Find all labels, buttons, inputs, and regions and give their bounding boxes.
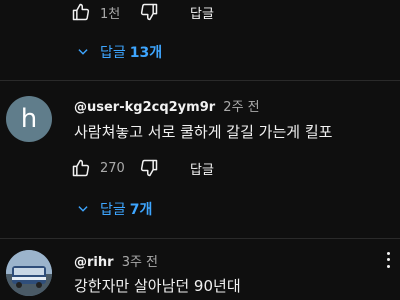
avatar[interactable]	[6, 250, 52, 296]
like-icon[interactable]	[70, 1, 92, 23]
comment-author[interactable]: @user-kg2cq2ym9r	[74, 100, 215, 115]
view-replies-button[interactable]: 답글 13개	[76, 42, 162, 62]
divider	[0, 238, 400, 239]
bus-avatar-image	[6, 250, 52, 296]
like-count: 270	[100, 160, 125, 176]
avatar[interactable]: h	[6, 96, 52, 142]
divider	[0, 80, 400, 81]
comment-author[interactable]: @rihr	[74, 255, 114, 270]
comment-time[interactable]: 2주 전	[223, 100, 259, 115]
top-comment-actions: 1천 답글	[70, 0, 214, 24]
reply-button[interactable]: 답글	[190, 159, 214, 178]
comment-header: @user-kg2cq2ym9r 2주 전	[74, 96, 260, 115]
like-count: 1천	[100, 6, 121, 22]
comment-header: @rihr 3주 전	[74, 251, 158, 270]
view-replies-button[interactable]: 답글 7개	[76, 199, 152, 219]
chevron-down-icon	[78, 206, 88, 212]
replies-label: 답글	[100, 45, 126, 61]
avatar-letter: h	[20, 104, 38, 134]
comment-actions: 270 답글	[70, 156, 214, 180]
comment-text: 강한자만 살아남던 90년대	[74, 277, 241, 295]
like-icon[interactable]	[70, 157, 92, 179]
comment-time[interactable]: 3주 전	[122, 255, 158, 270]
more-options-icon[interactable]	[381, 250, 395, 270]
replies-count: 7개	[129, 202, 153, 218]
replies-count: 13개	[129, 45, 163, 61]
replies-label: 답글	[100, 202, 126, 218]
reply-button[interactable]: 답글	[190, 3, 214, 22]
dislike-icon[interactable]	[138, 1, 160, 23]
comment-text: 사람쳐놓고 서로 쿨하게 갈길 가는게 킬포	[74, 123, 333, 141]
dislike-icon[interactable]	[138, 157, 160, 179]
chevron-down-icon	[78, 49, 88, 55]
